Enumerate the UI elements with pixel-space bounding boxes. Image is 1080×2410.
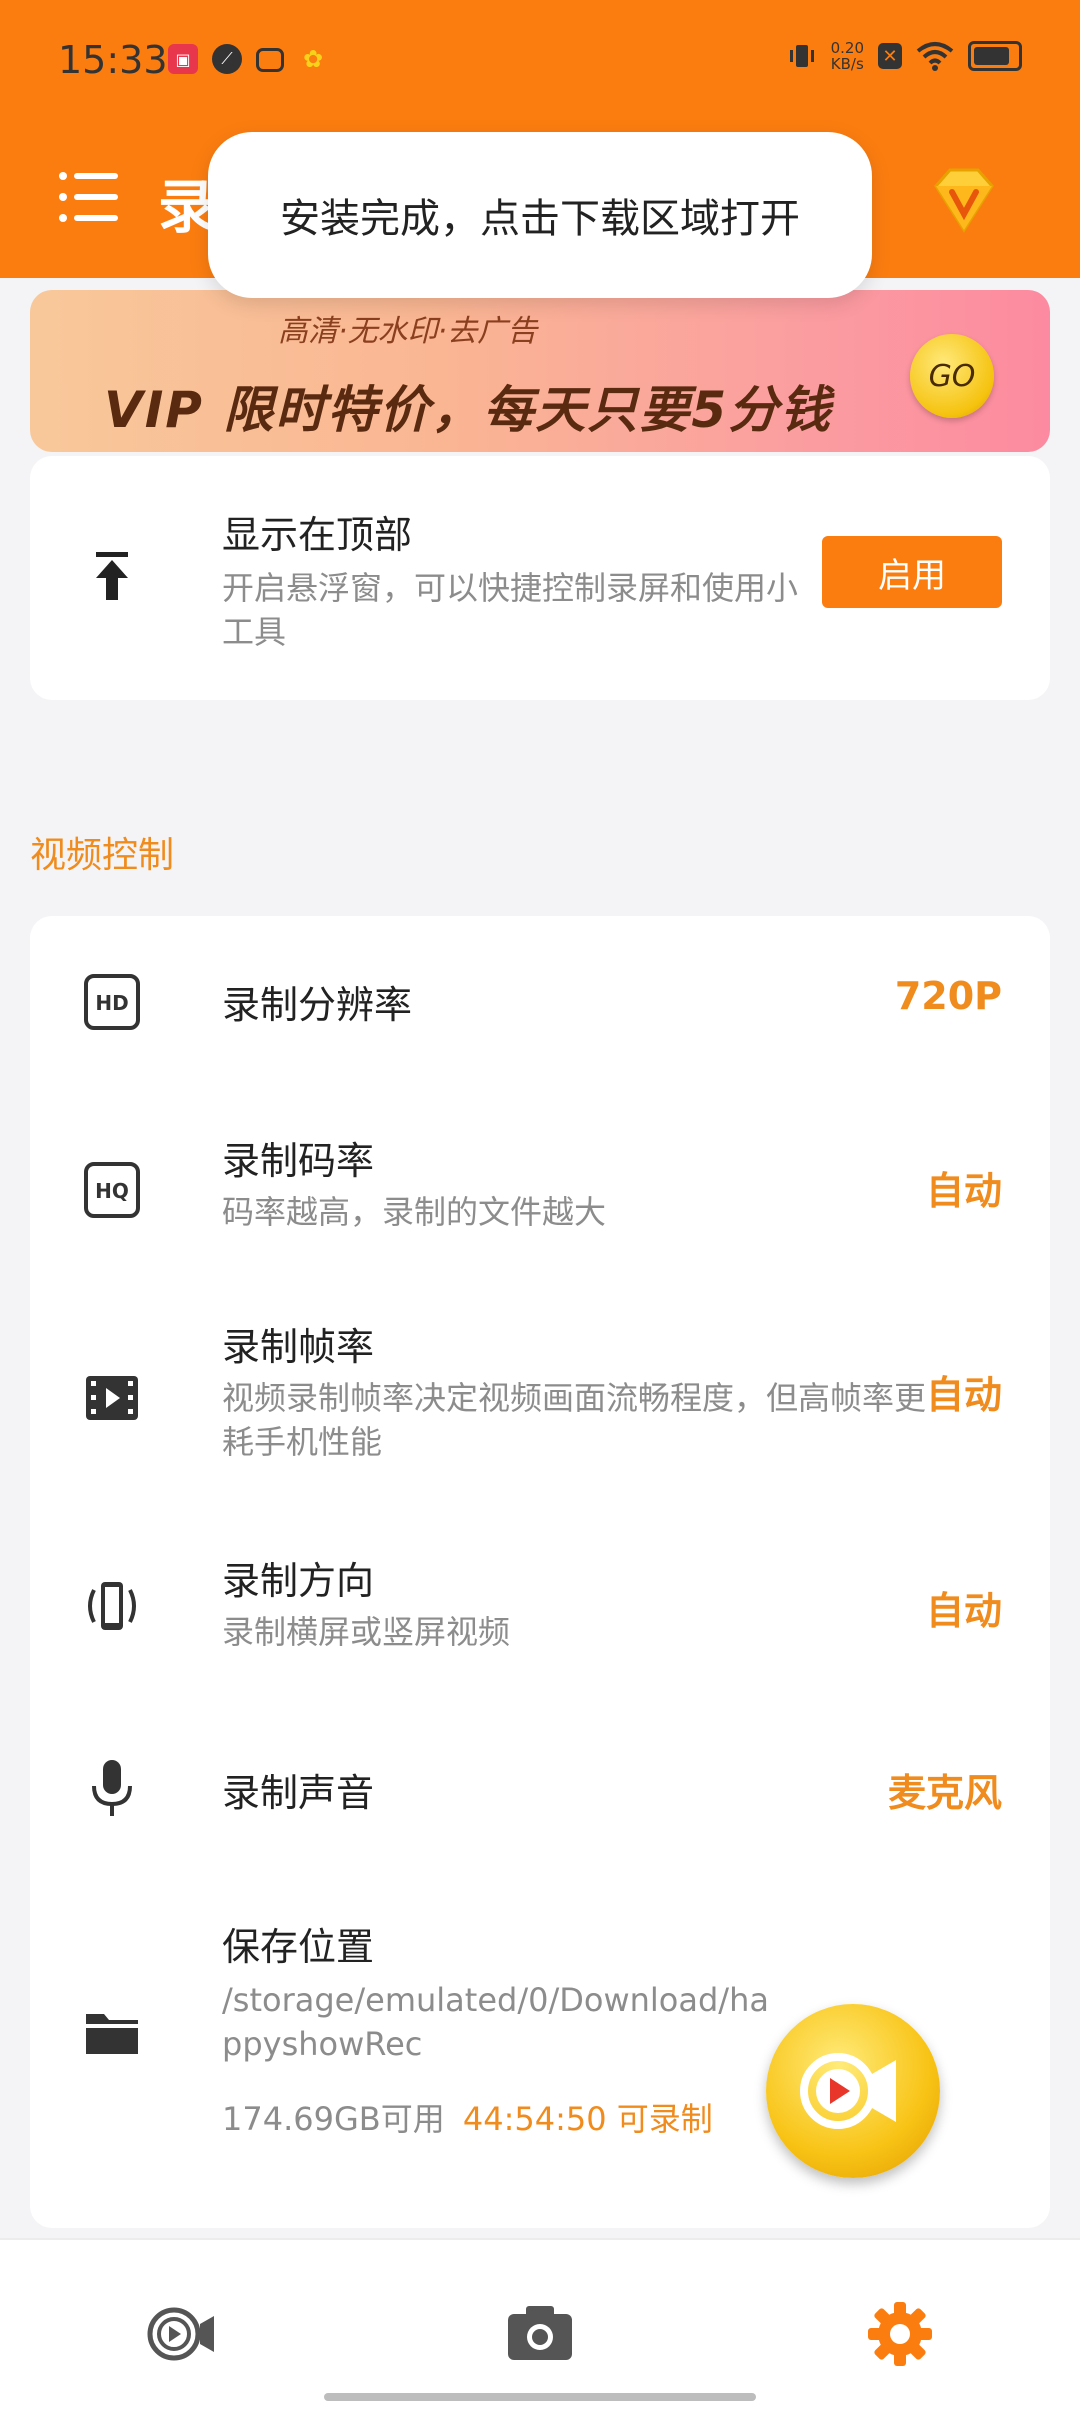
banner-headline: VIP 限时特价，每天只要5分钱 xyxy=(104,381,833,439)
app-notification-icon: ▣ xyxy=(168,44,198,74)
banner-subtitle: 高清·无水印·去广告 xyxy=(278,314,538,349)
audio-value: 麦克风 xyxy=(887,1771,1002,1815)
orientation-row[interactable]: 录制方向 录制横屏或竖屏视频 自动 xyxy=(30,1506,1050,1706)
framerate-title: 录制帧率 xyxy=(222,1325,375,1369)
nav-settings-icon[interactable] xyxy=(864,2298,936,2370)
audio-title: 录制声音 xyxy=(222,1771,375,1815)
section-title-video-control: 视频控制 xyxy=(30,835,175,876)
menu-icon[interactable] xyxy=(58,170,118,224)
framerate-desc: 视频录制帧率决定视频画面流畅程度，但高帧率更耗手机性能 xyxy=(222,1379,927,1461)
bottom-navigation xyxy=(0,2238,1080,2410)
audio-row[interactable]: 录制声音 麦克风 xyxy=(30,1706,1050,1896)
storage-recordable: 44:54:50 可录制 xyxy=(462,2100,713,2138)
wifi-icon xyxy=(916,42,954,71)
notification-icons: ▣ ⟋ ✿ xyxy=(168,44,328,74)
orientation-value: 自动 xyxy=(925,1589,1002,1633)
net-speed-unit: KB/s xyxy=(830,55,864,73)
hd-icon: HD xyxy=(84,974,140,1030)
svg-text:HD: HD xyxy=(95,991,128,1015)
net-speed-value: 0.20 xyxy=(830,39,864,57)
battery-icon xyxy=(968,41,1022,71)
bitrate-value: 自动 xyxy=(925,1169,1002,1213)
toast-message[interactable]: 安装完成，点击下载区域打开 xyxy=(208,132,872,298)
show-on-top-title: 显示在顶部 xyxy=(222,513,413,557)
home-indicator[interactable] xyxy=(324,2393,756,2401)
resolution-value: 720P xyxy=(894,974,1002,1018)
vip-diamond-icon[interactable] xyxy=(926,162,1002,238)
nav-camera-icon[interactable] xyxy=(504,2298,576,2370)
save-location-title: 保存位置 xyxy=(222,1925,375,1969)
sun-app-icon: ✿ xyxy=(302,45,324,73)
resolution-row[interactable]: HD 录制分辨率 720P xyxy=(30,916,1050,1086)
show-on-top-desc: 开启悬浮窗，可以快捷控制录屏和使用小工具 xyxy=(222,569,799,651)
bitrate-title: 录制码率 xyxy=(222,1139,375,1183)
recording-icon xyxy=(256,48,284,72)
show-on-top-row[interactable]: 显示在顶部 开启悬浮窗，可以快捷控制录屏和使用小工具 启用 xyxy=(30,456,1050,700)
status-bar: 15:33 ▣ ⟋ ✿ 0.20 KB/s ✕ xyxy=(0,0,1080,130)
storage-info: 174.69GB可用 44:54:50 可录制 xyxy=(222,2094,713,2140)
vibrate-icon xyxy=(789,45,814,67)
framerate-row[interactable]: 录制帧率 视频录制帧率决定视频画面流畅程度，但高帧率更耗手机性能 自动 xyxy=(30,1276,1050,1506)
bitrate-row[interactable]: HQ 录制码率 码率越高，录制的文件越大 自动 xyxy=(30,1086,1050,1276)
floating-window-card: 显示在顶部 开启悬浮窗，可以快捷控制录屏和使用小工具 启用 xyxy=(30,456,1050,700)
upload-top-icon xyxy=(96,552,128,600)
phone-rotate-icon xyxy=(88,1582,136,1630)
hq-icon: HQ xyxy=(84,1162,140,1218)
enable-button[interactable]: 启用 xyxy=(822,536,1002,608)
bitrate-desc: 码率越高，录制的文件越大 xyxy=(222,1193,607,1231)
film-icon xyxy=(86,1376,138,1420)
save-location-path: /storage/emulated/0/Download/happyshowRe… xyxy=(222,1981,769,2063)
svg-text:HQ: HQ xyxy=(95,1179,129,1203)
framerate-value: 自动 xyxy=(925,1373,1002,1417)
record-fab[interactable] xyxy=(766,2004,940,2178)
storage-available: 174.69GB可用 xyxy=(222,2100,445,2138)
orientation-title: 录制方向 xyxy=(222,1559,375,1603)
status-right: 0.20 KB/s ✕ xyxy=(787,40,1022,72)
nav-record-icon[interactable] xyxy=(144,2298,216,2370)
folder-icon xyxy=(86,2014,138,2054)
mic-icon xyxy=(92,1760,132,1816)
sim-x-icon: ✕ xyxy=(878,43,902,69)
net-speed: 0.20 KB/s xyxy=(831,40,864,72)
leaf-app-icon: ⟋ xyxy=(212,44,242,74)
go-button[interactable]: GO xyxy=(910,334,994,418)
status-time: 15:33 xyxy=(58,38,168,82)
resolution-title: 录制分辨率 xyxy=(222,983,413,1027)
vip-banner[interactable]: 高清·无水印·去广告 VIP 限时特价，每天只要5分钱 GO xyxy=(30,290,1050,452)
orientation-desc: 录制横屏或竖屏视频 xyxy=(222,1613,511,1651)
record-fab-icon xyxy=(800,2053,896,2129)
